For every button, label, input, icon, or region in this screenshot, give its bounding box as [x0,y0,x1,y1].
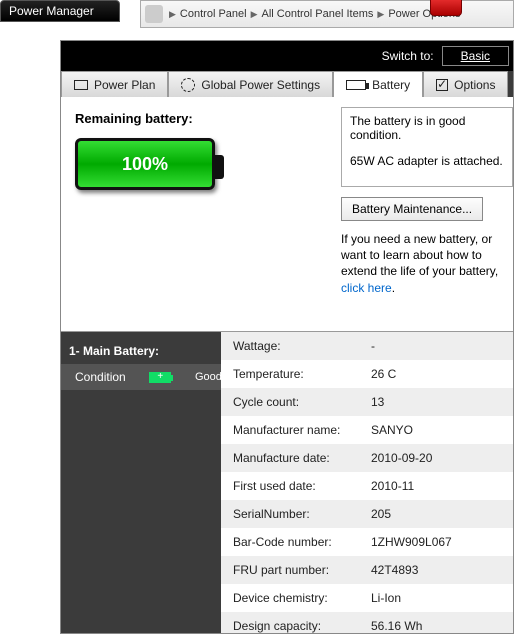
table-row: Temperature:26 C [221,360,513,388]
help-text-body: If you need a new battery, or want to le… [341,232,498,278]
status-line: The battery is in good condition. [350,114,504,142]
nav-back-button[interactable] [145,5,163,23]
row-value: 13 [371,395,513,409]
condition-label: Condition [75,370,126,384]
switch-basic-button[interactable]: Basic [442,46,509,66]
table-row: SerialNumber:205 [221,500,513,528]
close-icon[interactable] [430,0,462,16]
switch-label: Switch to: [382,49,434,63]
gear-icon [181,78,195,92]
checkbox-icon [436,79,448,91]
main-battery-header[interactable]: 1- Main Battery: [61,338,221,364]
table-row: Manufacture date:2010-09-20 [221,444,513,472]
power-plan-icon [74,80,88,90]
window-title: Power Manager [0,0,120,22]
table-row: Wattage:- [221,332,513,360]
row-key: Device chemistry: [221,591,371,605]
row-value: 56.16 Wh [371,619,513,633]
table-row: Bar-Code number:1ZHW909L067 [221,528,513,556]
table-row: Manufacturer name:SANYO [221,416,513,444]
table-row: Device chemistry:Li-Ion [221,584,513,612]
tab-label: Battery [372,78,410,92]
tab-label: Global Power Settings [201,78,320,92]
battery-gauge: 100% [75,138,215,190]
row-value: 1ZHW909L067 [371,535,513,549]
chevron-right-icon: ▶ [375,9,386,20]
row-value: 26 C [371,367,513,381]
breadcrumb-item[interactable]: All Control Panel Items [260,8,376,20]
tab-label: Power Plan [94,78,155,92]
row-value: 205 [371,507,513,521]
tab-options[interactable]: Options [423,71,508,97]
chevron-right-icon: ▶ [167,9,178,20]
row-key: Manufacture date: [221,451,371,465]
battery-maintenance-button[interactable]: Battery Maintenance... [341,197,483,221]
row-value: 2010-09-20 [371,451,513,465]
row-key: Cycle count: [221,395,371,409]
row-key: Design capacity: [221,619,371,633]
remaining-heading: Remaining battery: [61,107,341,134]
help-text: If you need a new battery, or want to le… [341,231,513,296]
battery-status-box: The battery is in good condition. 65W AC… [341,107,513,187]
chevron-right-icon: ▶ [249,9,260,20]
battery-side-panel: 1- Main Battery: Condition Good [61,332,221,633]
tab-strip: Power Plan Global Power Settings Battery… [61,71,513,97]
row-key: Temperature: [221,367,371,381]
table-row: FRU part number:42T4893 [221,556,513,584]
row-key: SerialNumber: [221,507,371,521]
breadcrumb-item[interactable]: Control Panel [178,8,249,20]
row-value: 42T4893 [371,563,513,577]
row-key: First used date: [221,479,371,493]
table-row: Cycle count:13 [221,388,513,416]
switch-bar: Switch to: Basic [61,41,513,71]
condition-row: Condition Good [61,364,221,390]
row-key: Bar-Code number: [221,535,371,549]
table-row: First used date:2010-11 [221,472,513,500]
row-value: - [371,339,513,353]
battery-percent: 100% [122,154,168,175]
tab-global-power[interactable]: Global Power Settings [168,71,333,97]
row-value: SANYO [371,423,513,437]
battery-detail-table: Wattage:-Temperature:26 CCycle count:13M… [221,332,513,633]
row-value: Li-Ion [371,591,513,605]
row-key: Manufacturer name: [221,423,371,437]
row-key: FRU part number: [221,563,371,577]
mini-battery-icon [149,372,171,383]
row-value: 2010-11 [371,479,513,493]
tab-battery[interactable]: Battery [333,71,423,97]
tab-label: Options [454,78,495,92]
click-here-link[interactable]: click here [341,281,392,295]
table-row: Design capacity:56.16 Wh [221,612,513,633]
tab-power-plan[interactable]: Power Plan [61,71,168,97]
status-line: 65W AC adapter is attached. [350,154,504,168]
condition-value: Good [195,372,215,383]
row-key: Wattage: [221,339,371,353]
battery-icon [346,80,366,90]
